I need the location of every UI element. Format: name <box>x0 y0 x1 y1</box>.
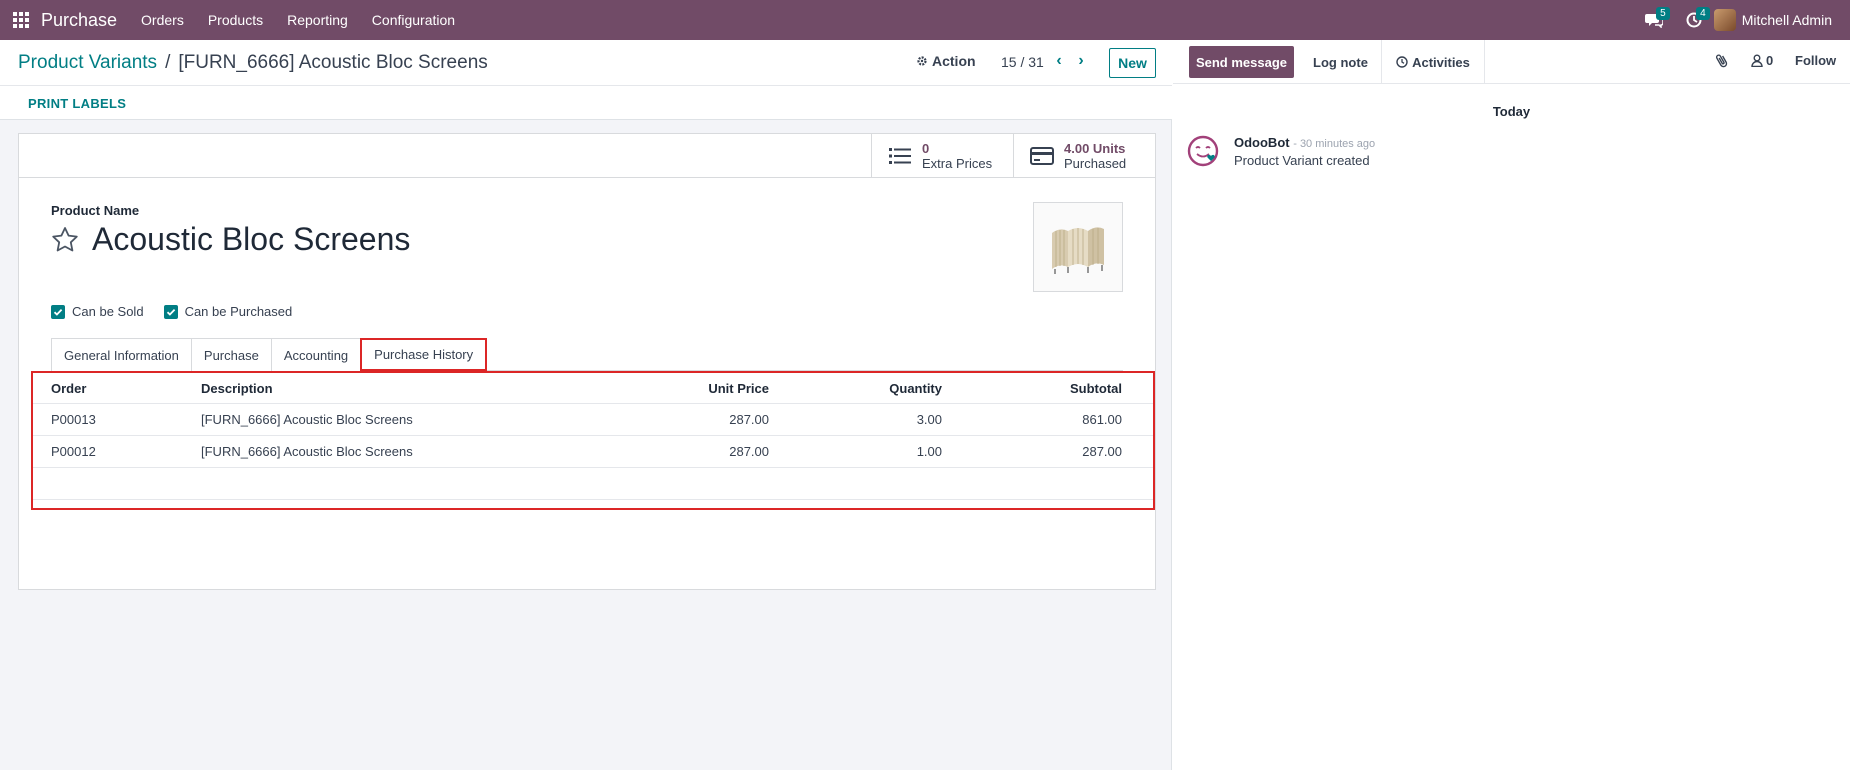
control-panel: Product Variants / [FURN_6666] Acoustic … <box>0 40 1172 86</box>
row-subtotal: 861.00 <box>1082 412 1122 427</box>
menu-configuration[interactable]: Configuration <box>360 0 467 40</box>
units-purchased-value: 4.00 Units <box>1064 141 1126 156</box>
button-box: 0 Extra Prices 4.00 Units Purchased <box>19 134 1155 178</box>
can-be-purchased-checkbox[interactable]: Can be Purchased <box>163 304 293 319</box>
purchase-history-table: Order Description Unit Price Quantity Su… <box>31 371 1155 510</box>
can-be-purchased-label: Can be Purchased <box>184 304 293 319</box>
product-flags: Can be Sold Can be Purchased <box>51 304 292 319</box>
favorite-star-icon[interactable] <box>50 225 80 255</box>
product-name-label: Product Name <box>51 203 140 218</box>
row-description: [FURN_6666] Acoustic Bloc Screens <box>201 444 413 459</box>
extra-prices-label: Extra Prices <box>922 156 993 171</box>
col-quantity[interactable]: Quantity <box>889 381 942 396</box>
col-order[interactable]: Order <box>51 381 86 396</box>
activities-badge: 4 <box>1696 7 1710 20</box>
breadcrumb-product-variants[interactable]: Product Variants <box>18 52 157 74</box>
user-icon <box>1751 54 1763 67</box>
action-button[interactable]: Action <box>916 53 976 69</box>
activities-button[interactable]: Activities <box>1381 40 1485 84</box>
paperclip-icon[interactable] <box>1715 52 1729 70</box>
pager-next-icon[interactable]: › <box>1072 50 1090 72</box>
breadcrumb-current: [FURN_6666] Acoustic Bloc Screens <box>178 52 488 73</box>
user-avatar[interactable] <box>1713 9 1736 31</box>
units-purchased-label: Purchased <box>1064 156 1127 171</box>
apps-menu-icon[interactable] <box>1 0 41 40</box>
messages-badge: 5 <box>1656 7 1670 20</box>
breadcrumb: Product Variants / [FURN_6666] Acoustic … <box>18 52 488 74</box>
tab-accounting[interactable]: Accounting <box>270 338 362 371</box>
gear-icon <box>917 56 927 66</box>
empty-table-row <box>33 468 1153 500</box>
follow-button[interactable]: Follow <box>1795 53 1836 68</box>
statusbar: PRINT LABELS <box>0 86 1172 120</box>
followers-button[interactable]: 0 <box>1751 53 1773 68</box>
product-name-field[interactable]: Acoustic Bloc Screens <box>92 221 410 258</box>
can-be-sold-label: Can be Sold <box>72 304 144 319</box>
table-row[interactable]: P00012 [FURN_6666] Acoustic Bloc Screens… <box>33 436 1153 468</box>
pager-previous-icon[interactable]: ‹ <box>1050 50 1068 72</box>
table-header-row: Order Description Unit Price Quantity Su… <box>33 373 1153 404</box>
tab-purchase[interactable]: Purchase <box>190 338 272 371</box>
row-subtotal: 287.00 <box>1082 444 1122 459</box>
clock-icon <box>1396 56 1408 68</box>
messages-icon[interactable]: 5 <box>1634 0 1674 40</box>
new-button[interactable]: New <box>1109 48 1156 78</box>
acoustic-screen-image <box>1052 227 1104 274</box>
table-row[interactable]: P00013 [FURN_6666] Acoustic Bloc Screens… <box>33 404 1153 436</box>
row-order: P00013 <box>51 412 96 427</box>
extra-prices-button[interactable]: 0 Extra Prices <box>871 134 1013 178</box>
row-quantity: 1.00 <box>916 444 942 459</box>
log-note-button[interactable]: Log note <box>1300 40 1381 84</box>
breadcrumb-separator: / <box>165 52 171 73</box>
user-name[interactable]: Mitchell Admin <box>1742 12 1832 28</box>
odoobot-avatar-icon[interactable] <box>1186 134 1220 168</box>
check-icon[interactable] <box>163 304 178 319</box>
extra-prices-value: 0 <box>922 141 930 156</box>
author-name: OdooBot <box>1234 135 1290 150</box>
action-label: Action <box>932 53 976 69</box>
row-order: P00012 <box>51 444 96 459</box>
check-icon[interactable] <box>51 304 65 319</box>
activities-label: Activities <box>1412 54 1470 70</box>
send-message-button[interactable]: Send message <box>1189 46 1294 78</box>
col-unit-price[interactable]: Unit Price <box>708 381 769 396</box>
row-unit-price: 287.00 <box>729 412 769 427</box>
notebook-tabs: General Information Purchase Accounting … <box>51 338 1123 371</box>
col-subtotal[interactable]: Subtotal <box>1070 381 1122 396</box>
message-author[interactable]: OdooBot - 30 minutes ago <box>1234 135 1375 150</box>
form-pane: Product Variants / [FURN_6666] Acoustic … <box>0 40 1172 770</box>
menu-reporting[interactable]: Reporting <box>275 0 360 40</box>
activities-clock-icon[interactable]: 4 <box>1674 0 1714 40</box>
credit-card-icon <box>1030 147 1054 165</box>
tab-purchase-history[interactable]: Purchase History <box>360 338 488 371</box>
chatter-topbar: Send message Log note Activities 0 Follo… <box>1173 40 1850 84</box>
list-icon <box>888 147 912 165</box>
message-body: Product Variant created <box>1234 153 1370 168</box>
row-description: [FURN_6666] Acoustic Bloc Screens <box>201 412 413 427</box>
tab-general-information[interactable]: General Information <box>51 338 192 371</box>
row-quantity: 3.00 <box>916 412 942 427</box>
units-purchased-button[interactable]: 4.00 Units Purchased <box>1013 134 1155 178</box>
can-be-sold-checkbox[interactable]: Can be Sold <box>51 304 144 319</box>
message-time: - 30 minutes ago <box>1293 138 1376 150</box>
form-sheet: 0 Extra Prices 4.00 Units Purchased Prod… <box>18 133 1156 590</box>
pager-value[interactable]: 15 / 31 <box>1001 54 1044 70</box>
date-separator: Today <box>1492 104 1531 119</box>
menu-orders[interactable]: Orders <box>129 0 196 40</box>
row-unit-price: 287.00 <box>729 444 769 459</box>
followers-count: 0 <box>1766 53 1774 68</box>
print-labels-button[interactable]: PRINT LABELS <box>28 96 126 111</box>
app-brand[interactable]: Purchase <box>41 10 117 31</box>
chatter-pane: Send message Log note Activities 0 Follo… <box>1173 40 1850 770</box>
product-image[interactable] <box>1033 202 1123 292</box>
top-navbar: Purchase Orders Products Reporting Confi… <box>0 0 1850 40</box>
col-description[interactable]: Description <box>201 381 273 396</box>
menu-products[interactable]: Products <box>196 0 275 40</box>
